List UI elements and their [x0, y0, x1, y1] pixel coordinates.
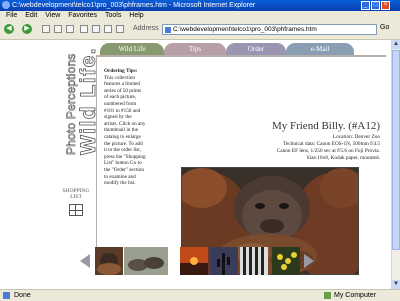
ordering-tips-heading: Ordering Tips: — [104, 68, 138, 74]
detail-technical: Technical data: Canon EOS-1N, 500mm f/4.… — [283, 141, 380, 147]
close-button[interactable]: × — [381, 1, 390, 10]
menu-tools[interactable]: Tools — [105, 12, 121, 19]
menu-view[interactable]: View — [45, 12, 60, 19]
menu-edit[interactable]: Edit — [25, 12, 37, 19]
menu-help[interactable]: Help — [129, 12, 143, 19]
tab-order[interactable]: Order — [226, 43, 286, 55]
status-zone: My Computer — [334, 292, 377, 299]
ie-icon — [2, 1, 10, 9]
go-button[interactable]: Go — [380, 24, 389, 31]
tab-wild-life[interactable]: Wild Life — [100, 43, 164, 55]
tab-email[interactable]: e-Mail — [286, 43, 354, 55]
thumbnail-zebra[interactable] — [240, 247, 268, 275]
plus-box-icon — [69, 204, 83, 216]
photo-title: My Friend Billy. (#A12) — [271, 120, 380, 132]
stop-icon[interactable] — [42, 25, 50, 33]
address-label: Address — [133, 25, 159, 32]
detail-location: Location: Denver Zoo — [332, 134, 380, 140]
favorites-icon[interactable] — [92, 25, 100, 33]
history-icon[interactable] — [104, 25, 112, 33]
page-content: Wild Life Tips Order e-Mail Photo Percep… — [0, 40, 400, 289]
thumbnail-sunset[interactable] — [180, 247, 208, 275]
toolbar: ◀ ▶ Address C:\webdevelopment\telco1\pro… — [0, 21, 400, 40]
site-logo: Photo Perceptions Wild Life. — [62, 46, 101, 155]
menu-file[interactable]: File — [6, 12, 17, 19]
back-button[interactable]: ◀ — [4, 24, 14, 34]
scroll-up-icon[interactable]: ▲ — [392, 40, 400, 49]
ordering-tips: Ordering Tips: This collection features … — [104, 68, 146, 187]
thumbnail-orangutan[interactable] — [95, 247, 123, 275]
minimize-button[interactable]: _ — [361, 1, 370, 10]
window-title: C:\webdevelopment\telco1\pro_003\phframe… — [12, 2, 256, 9]
address-value: C:\webdevelopment\telco1\pro_003\phframe… — [173, 26, 317, 33]
thumbnail-bears[interactable] — [124, 247, 168, 275]
menu-favorites[interactable]: Favorites — [68, 12, 97, 19]
page-icon — [165, 27, 171, 33]
shopping-list-button[interactable]: SHOPPING LIST — [62, 188, 90, 220]
orangutan-thumb-icon — [95, 247, 123, 275]
maximize-button[interactable]: □ — [371, 1, 380, 10]
sunset-thumb-icon — [180, 247, 208, 275]
tab-divider — [96, 55, 386, 57]
flowers-thumb-icon — [272, 247, 300, 275]
computer-icon — [324, 292, 331, 299]
photo-details: Location: Denver Zoo Technical data: Can… — [150, 134, 380, 162]
cactus-thumb-icon — [210, 247, 238, 275]
vertical-scrollbar[interactable]: ▲ ▼ — [391, 40, 400, 289]
page-done-icon — [3, 292, 10, 299]
detail-size: Size:10x8, Kodak paper, mounted. — [306, 155, 380, 161]
status-text: Done — [14, 292, 31, 299]
refresh-icon[interactable] — [54, 25, 62, 33]
detail-lens: Canon EF lens, 1/250 sec at f/5.6 on Fuj… — [276, 148, 380, 154]
mail-icon[interactable] — [116, 25, 124, 33]
menu-bar: File Edit View Favorites Tools Help — [0, 11, 400, 21]
title-bar: C:\webdevelopment\telco1\pro_003\phframe… — [0, 0, 400, 11]
thumbnail-cactus[interactable] — [210, 247, 238, 275]
ordering-tips-text: This collection features a limited serie… — [104, 74, 146, 187]
bears-thumb-icon — [124, 247, 168, 275]
thumbnail-flowers[interactable] — [272, 247, 300, 275]
forward-button[interactable]: ▶ — [22, 24, 32, 34]
tab-tips[interactable]: Tips — [164, 43, 226, 55]
home-icon[interactable] — [66, 25, 74, 33]
logo-line-1: Photo Perceptions — [64, 53, 79, 155]
thumbnail-strip — [80, 247, 320, 277]
logo-line-2: Wild Life. — [77, 46, 101, 155]
shopping-list-label: SHOPPING LIST — [62, 188, 90, 200]
status-bar: Done My Computer — [0, 289, 400, 301]
scroll-thumb[interactable] — [392, 50, 400, 250]
scroll-down-icon[interactable]: ▼ — [392, 280, 400, 289]
zebra-thumb-icon — [240, 247, 268, 275]
address-input[interactable]: C:\webdevelopment\telco1\pro_003\phframe… — [162, 24, 377, 35]
search-icon[interactable] — [80, 25, 88, 33]
